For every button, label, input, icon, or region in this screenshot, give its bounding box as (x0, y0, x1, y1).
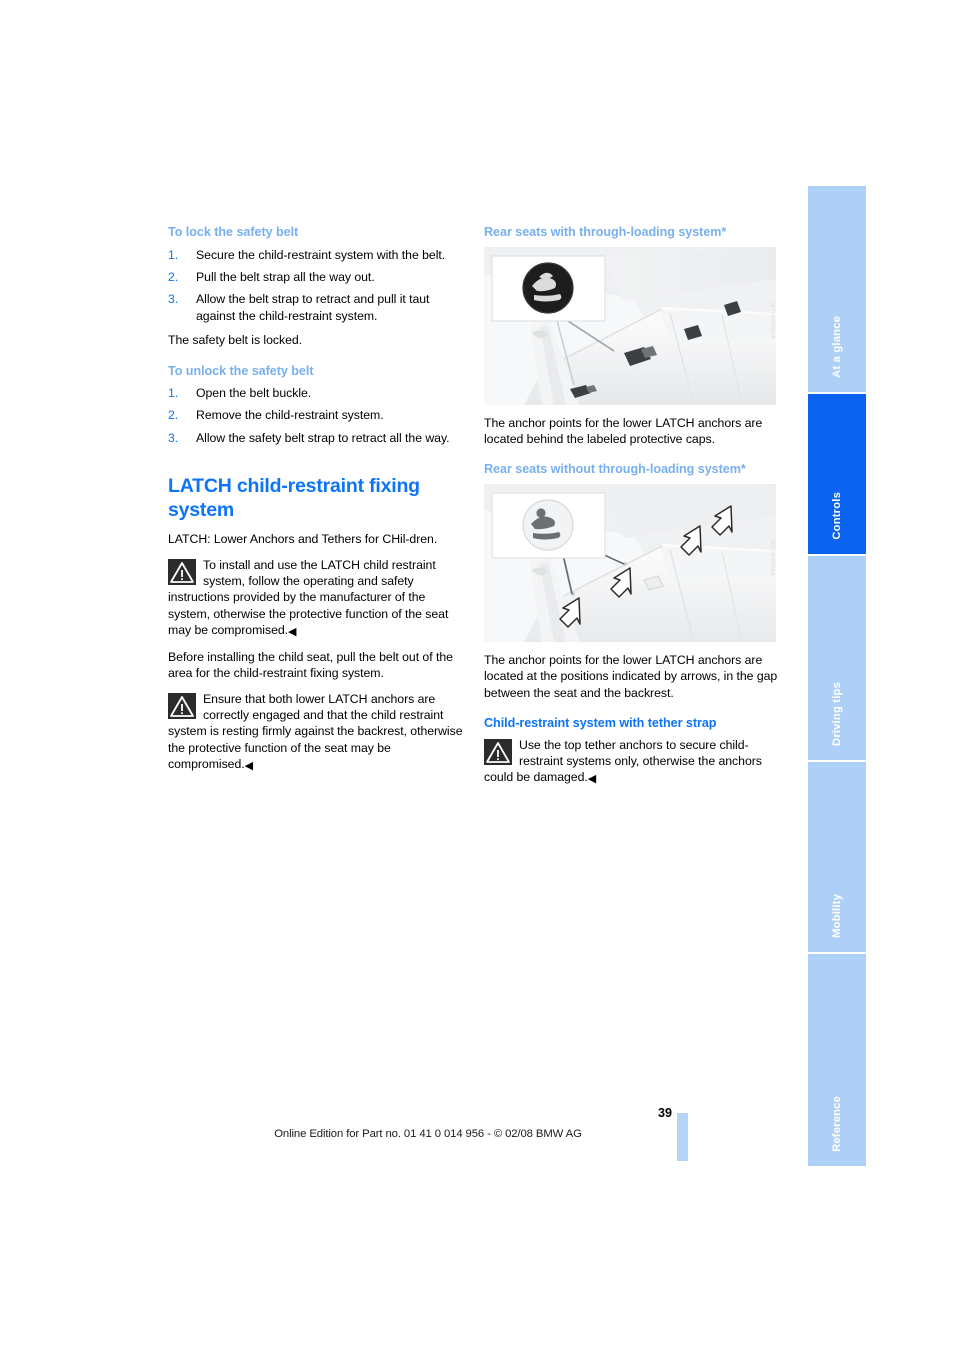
list-item: 2. Pull the belt strap all the way out. (168, 269, 466, 285)
right-column: Rear seats with through-loading system* (484, 224, 782, 796)
list-item: 1. Secure the child-restraint system wit… (168, 247, 466, 263)
warning-block-lower-anchors: Ensure that both lower LATCH anchors are… (168, 691, 466, 774)
step-text: Remove the child-restraint system. (196, 408, 384, 423)
end-of-warning-marker: ◀ (288, 626, 297, 639)
figure-reference-code: WTCHGHDAA (769, 539, 775, 577)
latch-definition: LATCH: Lower Anchors and Tethers for CHi… (168, 532, 438, 547)
warning-block-install-latch: To install and use the LATCH child restr… (168, 557, 466, 640)
end-of-warning-marker: ◀ (244, 760, 254, 773)
step-text: Open the belt buckle. (196, 386, 312, 401)
unlock-steps-list: 1. Open the belt buckle. 2. Remove the c… (168, 385, 466, 446)
step-number: 2. (168, 269, 179, 284)
lock-closing-text: The safety belt is locked. (168, 333, 303, 348)
manual-page: To lock the safety belt 1. Secure the ch… (0, 0, 954, 1350)
caption-without-through-loading: The anchor points for the lower LATCH an… (484, 652, 778, 700)
sidebar-item-label: Controls (831, 492, 843, 540)
heading-rear-seats-without-through-loading: Rear seats without through-loading syste… (484, 462, 746, 477)
sidebar-item-reference[interactable]: Reference (808, 954, 866, 1166)
sidebar-item-label: At a glance (831, 316, 843, 378)
warning-text: To install and use the LATCH child restr… (168, 557, 449, 638)
sidebar-item-label: Reference (831, 1096, 843, 1152)
step-number: 3. (168, 292, 179, 307)
caption-with-through-loading: The anchor points for the lower LATCH an… (484, 415, 763, 446)
sidebar-item-at-a-glance[interactable]: At a glance (808, 186, 866, 392)
step-text: Allow the safety belt strap to retract a… (196, 430, 450, 445)
left-column: To lock the safety belt 1. Secure the ch… (168, 224, 466, 783)
warning-block-tether-anchors: Use the top tether anchors to secure chi… (484, 737, 782, 787)
page-number: 39 (657, 1106, 672, 1120)
sidebar-item-label: Mobility (831, 894, 843, 938)
step-text: Allow the belt strap to retract and pull… (196, 292, 430, 323)
warning-triangle-icon (484, 738, 512, 765)
step-number: 1. (168, 247, 179, 262)
step-number: 1. (168, 386, 179, 401)
sidebar-item-mobility[interactable]: Mobility (808, 762, 866, 952)
rear-seats-with-through-loading-figure: WTCHGHDVA (484, 246, 776, 405)
section-tab-rail: At a glance Controls Driving tips Mobili… (808, 186, 866, 1166)
sidebar-item-label: Driving tips (831, 682, 843, 746)
sidebar-item-controls[interactable]: Controls (808, 394, 866, 554)
heading-to-unlock-safety-belt: To unlock the safety belt (168, 363, 314, 378)
sidebar-item-driving-tips[interactable]: Driving tips (808, 556, 866, 760)
warning-text: Use the top tether anchors to secure chi… (484, 737, 762, 785)
list-item: 3. Allow the belt strap to retract and p… (168, 291, 466, 324)
step-number: 2. (168, 408, 179, 423)
end-of-warning-marker: ◀ (587, 773, 597, 786)
step-number: 3. (168, 430, 179, 445)
list-item: 1. Open the belt buckle. (168, 385, 466, 401)
warning-text: Ensure that both lower LATCH anchors are… (168, 691, 463, 772)
heading-child-restraint-tether-strap: Child-restraint system with tether strap (484, 716, 717, 731)
heading-to-lock-safety-belt: To lock the safety belt (168, 225, 299, 239)
warning-triangle-icon (168, 558, 196, 585)
step-text: Pull the belt strap all the way out. (196, 269, 375, 284)
warning-triangle-icon (168, 692, 196, 719)
footer-note: Online Edition for Part no. 01 41 0 014 … (274, 1128, 582, 1140)
rear-seats-without-through-loading-figure: WTCHGHDAA (484, 483, 776, 642)
lock-steps-list: 1. Secure the child-restraint system wit… (168, 247, 466, 325)
step-text: Secure the child-restraint system with t… (196, 247, 446, 262)
heading-rear-seats-with-through-loading: Rear seats with through-loading system* (484, 225, 727, 239)
list-item: 2. Remove the child-restraint system. (168, 407, 466, 423)
page-title: LATCH child-restraint fixing system (168, 475, 420, 522)
figure-reference-code: WTCHGHDVA (769, 302, 775, 339)
list-item: 3. Allow the safety belt strap to retrac… (168, 430, 466, 446)
latch-note: Before installing the child seat, pull t… (168, 649, 453, 681)
